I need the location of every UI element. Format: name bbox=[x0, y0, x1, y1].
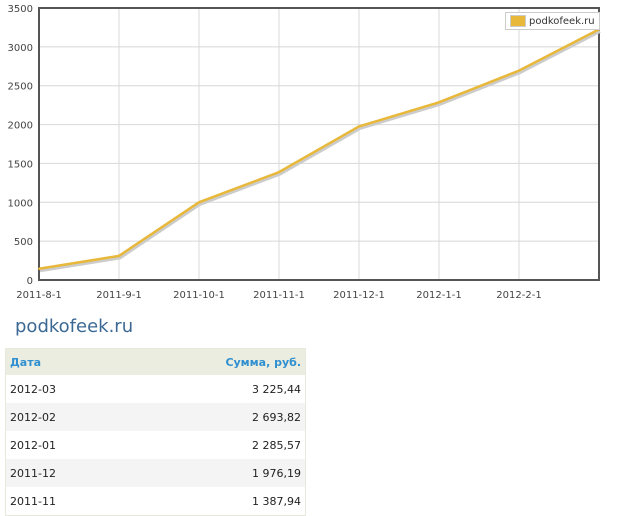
x-tick-label: 2011-10-1 bbox=[173, 290, 225, 301]
sums-table: Дата Сумма, руб. 2012-03 3 225,44 2012-02 2… bbox=[5, 348, 306, 516]
legend: podkofeek.ru bbox=[505, 12, 600, 30]
date-cell: 2011-12 bbox=[5, 459, 124, 487]
plot-border bbox=[38, 7, 600, 281]
line-chart: 0 500 1000 1500 2000 2500 3000 3500 2011-8-1 2011… bbox=[8, 4, 601, 301]
table-row: 2012-01 2 285,57 bbox=[6, 431, 306, 459]
data-point bbox=[358, 125, 360, 128]
table-row: 2012-03 3 225,44 bbox=[6, 375, 306, 403]
data-point bbox=[198, 201, 200, 204]
y-tick-label: 2500 bbox=[8, 82, 33, 93]
date-cell: 2011-11 bbox=[10, 494, 56, 508]
y-tick-label: 3500 bbox=[8, 4, 33, 15]
y-tick-label: 1000 bbox=[8, 198, 33, 209]
series-shadow bbox=[39, 30, 601, 273]
table-row: 2012-02 2 693,82 bbox=[5, 403, 306, 431]
sum-cell: 2 693,82 bbox=[123, 403, 306, 431]
data-point bbox=[438, 101, 440, 104]
legend-swatch bbox=[510, 15, 526, 27]
data-point bbox=[38, 267, 40, 270]
y-tick-label: 500 bbox=[14, 237, 33, 248]
sum-cell: 1 387,94 bbox=[252, 494, 301, 508]
x-tick-label: 2011-11-1 bbox=[253, 290, 305, 301]
sum-cell: 1 976,19 bbox=[123, 459, 306, 487]
date-cell: 2012-01 bbox=[10, 438, 56, 452]
y-tick-label: 2000 bbox=[8, 121, 33, 132]
y-tick-label: 0 bbox=[27, 276, 33, 287]
sum-cell: 2 285,57 bbox=[252, 438, 301, 452]
table-row: 2011-12 1 976,19 bbox=[5, 459, 306, 487]
x-tick-label: 2012-1-1 bbox=[416, 290, 461, 301]
x-tick-label: 2011-8-1 bbox=[16, 290, 61, 301]
x-tick-label: 2011-12-1 bbox=[333, 290, 385, 301]
date-cell: 2012-03 bbox=[10, 382, 56, 396]
data-point bbox=[518, 69, 520, 72]
y-tick-label: 3000 bbox=[8, 43, 33, 54]
data-point bbox=[118, 254, 120, 257]
y-tick-label: 1500 bbox=[8, 159, 33, 170]
date-cell: 2012-02 bbox=[5, 403, 124, 431]
sum-cell: 3 225,44 bbox=[252, 382, 301, 396]
page-title: podkofeek.ru bbox=[15, 316, 134, 337]
legend-label: podkofeek.ru bbox=[529, 15, 595, 27]
header-sum[interactable]: Сумма, руб. bbox=[123, 348, 306, 375]
x-tick-label: 2012-2-1 bbox=[496, 290, 541, 301]
series-line bbox=[38, 28, 600, 270]
table-row: 2011-11 1 387,94 bbox=[6, 487, 306, 516]
data-point bbox=[278, 171, 280, 174]
header-date[interactable]: Дата bbox=[5, 348, 124, 375]
x-tick-label: 2011-9-1 bbox=[96, 290, 141, 301]
